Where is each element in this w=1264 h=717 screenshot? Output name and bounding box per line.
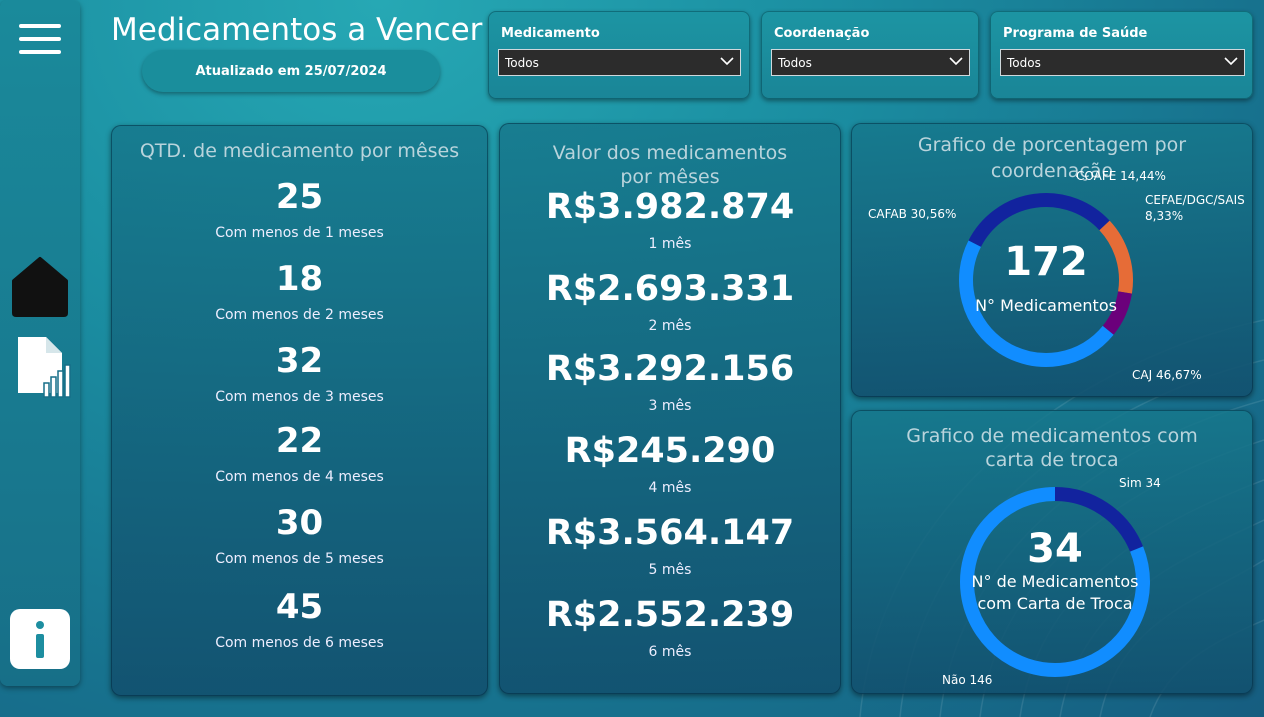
qtd-label: Com menos de 3 meses	[215, 389, 384, 405]
coord-center-value: 172	[1004, 239, 1088, 285]
side-navigation	[0, 0, 80, 686]
coord-label-caj: CAJ 46,67%	[1132, 368, 1202, 382]
qtd-label: Com menos de 6 meses	[215, 635, 384, 651]
home-icon[interactable]	[12, 255, 68, 317]
valor-medicamentos-panel: Valor dos medicamentos por mêses R$3.982…	[499, 123, 841, 694]
valor-value: R$3.292.156	[545, 349, 795, 389]
coordenacao-chart-panel: Grafico de porcentagem por coordenação 1…	[851, 123, 1253, 397]
qtd-medicamentos-panel: QTD. de medicamento por mêses 25 Com men…	[111, 125, 488, 696]
updated-date-badge: Atualizado em 25/07/2024	[142, 50, 440, 92]
chevron-down-icon	[720, 57, 734, 66]
valor-value: R$2.552.239	[545, 595, 795, 635]
filter-programa-saude-label: Programa de Saúde	[1003, 26, 1148, 41]
coord-panel-title-line2: coordenação	[990, 160, 1114, 182]
chevron-down-icon	[1224, 57, 1238, 66]
troca-panel-title-line1: Grafico de medicamentos com	[906, 425, 1198, 447]
valor-value: R$2.693.331	[545, 269, 795, 309]
qtd-label: Com menos de 1 meses	[215, 225, 384, 241]
coord-label-cafab: CAFAB 30,56%	[868, 207, 957, 221]
valor-label: 6 mês	[648, 644, 692, 660]
filter-programa-saude: Programa de Saúde Todos	[990, 11, 1253, 99]
filter-coordenacao-value: Todos	[778, 56, 812, 70]
filter-medicamento-value: Todos	[505, 56, 539, 70]
valor-value: R$3.564.147	[545, 513, 795, 553]
page-title: Medicamentos a Vencer	[111, 12, 483, 48]
valor-value: R$3.982.874	[545, 187, 795, 227]
qtd-label: Com menos de 5 meses	[215, 551, 384, 567]
qtd-label: Com menos de 2 meses	[215, 307, 384, 323]
qtd-value: 45	[275, 587, 324, 627]
qtd-value: 32	[275, 341, 324, 381]
valor-label: 3 mês	[648, 398, 692, 414]
chevron-down-icon	[949, 57, 963, 66]
coord-panel-title-line1: Grafico de porcentagem por	[917, 134, 1187, 156]
filter-coordenacao-dropdown[interactable]: Todos	[771, 49, 970, 76]
filter-coordenacao-label: Coordenação	[774, 26, 870, 41]
coord-label-cefae: CEFAE/DGC/SAIS	[1145, 193, 1245, 207]
troca-center-label-1: N° de Medicamentos	[971, 572, 1139, 591]
valor-label: 5 mês	[648, 562, 692, 578]
filter-programa-saude-dropdown[interactable]: Todos	[1000, 49, 1245, 76]
coord-slice-cafab[interactable]	[968, 193, 1110, 248]
valor-label: 2 mês	[648, 318, 692, 334]
troca-label-nao: Não 146	[942, 673, 993, 687]
valor-panel-title-line1: Valor dos medicamentos	[552, 142, 788, 164]
menu-icon[interactable]	[19, 24, 61, 58]
filter-programa-saude-value: Todos	[1007, 56, 1041, 70]
qtd-value: 18	[275, 259, 324, 299]
coord-center-label: N° Medicamentos	[975, 296, 1117, 315]
troca-label-sim: Sim 34	[1119, 476, 1161, 490]
qtd-value: 25	[275, 177, 324, 217]
qtd-value: 22	[275, 421, 324, 461]
qtd-panel-title: QTD. de medicamento por mêses	[139, 140, 460, 162]
filter-medicamento-label: Medicamento	[501, 26, 600, 41]
valor-label: 4 mês	[648, 480, 692, 496]
qtd-label: Com menos de 4 meses	[215, 469, 384, 485]
carta-troca-chart-panel: Grafico de medicamentos com carta de tro…	[851, 410, 1253, 694]
troca-center-value: 34	[1027, 526, 1083, 572]
troca-center-label-2: com Carta de Troca	[977, 594, 1133, 613]
report-icon[interactable]	[14, 335, 72, 400]
valor-label: 1 mês	[648, 236, 692, 252]
coord-label-cefae-pct: 8,33%	[1145, 209, 1184, 223]
valor-value: R$245.290	[564, 431, 776, 471]
filter-medicamento-dropdown[interactable]: Todos	[498, 49, 741, 76]
troca-panel-title-line2: carta de troca	[985, 449, 1119, 471]
info-icon[interactable]	[10, 609, 70, 669]
filter-coordenacao: Coordenação Todos	[761, 11, 979, 99]
qtd-value: 30	[275, 503, 324, 543]
filter-medicamento: Medicamento Todos	[488, 11, 750, 99]
coord-label-coafe: COAFE 14,44%	[1076, 169, 1166, 183]
